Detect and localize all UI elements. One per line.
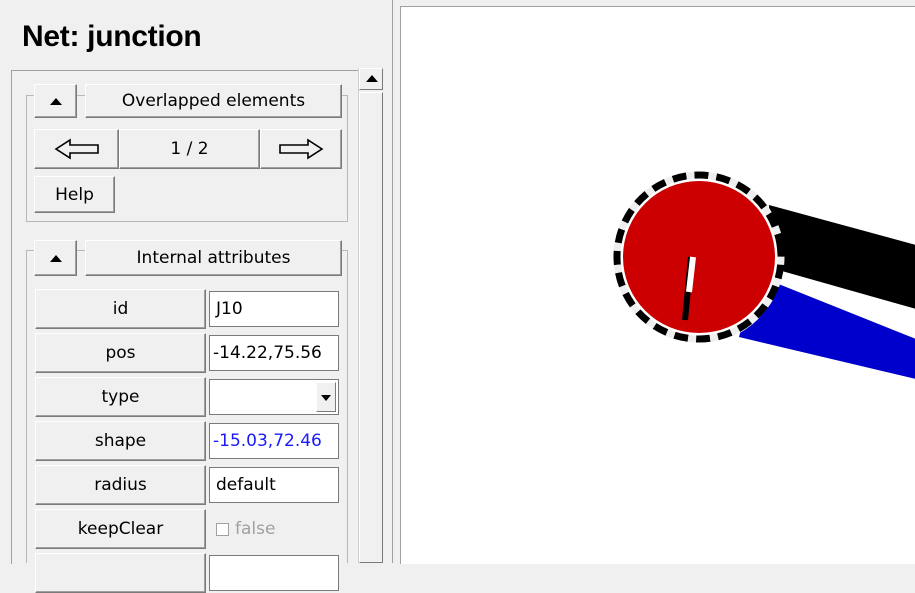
- previous-element-button[interactable]: [34, 129, 119, 169]
- radius-field[interactable]: default: [209, 467, 339, 503]
- attribute-panel: Net: junction Overlapped elements 1 / 2 …: [0, 0, 393, 593]
- next-field[interactable]: [209, 555, 339, 591]
- pos-value: -14.22,75.56: [213, 343, 322, 363]
- attr-name-shape[interactable]: shape: [35, 421, 206, 461]
- radius-value: default: [216, 475, 276, 495]
- keepclear-checkbox[interactable]: false: [216, 509, 275, 549]
- help-button[interactable]: Help: [34, 176, 115, 213]
- help-label: Help: [55, 184, 94, 205]
- arrow-right-icon: [279, 138, 324, 160]
- attr-name-pos[interactable]: pos: [35, 333, 206, 373]
- panel-scrollbar[interactable]: [358, 68, 384, 563]
- network-canvas[interactable]: [400, 6, 915, 564]
- attr-name-label: keepClear: [77, 519, 164, 539]
- panel-title: Net: junction: [22, 20, 202, 53]
- attr-name-label: pos: [105, 343, 136, 363]
- internal-attributes-header[interactable]: Internal attributes: [85, 240, 342, 276]
- attr-name-label: radius: [94, 475, 147, 495]
- checkbox-box[interactable]: [216, 522, 229, 536]
- collapse-overlapped-button[interactable]: [34, 84, 77, 118]
- junction-fill: [623, 181, 775, 333]
- collapse-attributes-button[interactable]: [34, 240, 77, 276]
- shape-field[interactable]: -15.03,72.46: [209, 423, 339, 459]
- overlap-counter: 1 / 2: [119, 129, 260, 169]
- type-dropdown[interactable]: [209, 379, 339, 415]
- attr-name-next[interactable]: [35, 553, 206, 593]
- scroll-thumb[interactable]: [359, 92, 383, 563]
- overlapped-elements-label: Overlapped elements: [121, 91, 306, 111]
- attr-name-keepclear[interactable]: keepClear: [35, 509, 206, 549]
- scroll-up-button[interactable]: [359, 68, 383, 90]
- next-element-button[interactable]: [260, 129, 342, 169]
- chevron-down-icon[interactable]: [316, 382, 336, 412]
- overlapped-elements-header[interactable]: Overlapped elements: [85, 84, 342, 118]
- pos-field[interactable]: -14.22,75.56: [209, 335, 339, 371]
- keepclear-value: false: [235, 519, 276, 539]
- attr-name-type[interactable]: type: [35, 377, 206, 417]
- internal-attributes-label: Internal attributes: [136, 248, 291, 268]
- id-field[interactable]: J10: [209, 291, 339, 327]
- attr-name-label: shape: [94, 431, 147, 451]
- network-view: [613, 171, 915, 379]
- id-value: J10: [216, 299, 243, 319]
- attr-name-radius[interactable]: radius: [35, 465, 206, 505]
- attr-name-label: id: [112, 299, 129, 319]
- arrow-left-icon: [54, 138, 99, 160]
- attr-name-label: type: [101, 387, 140, 407]
- attr-name-id[interactable]: id: [35, 289, 206, 329]
- junction-marker-tip: [686, 256, 696, 293]
- overlap-counter-text: 1 / 2: [170, 139, 209, 159]
- shape-value: -15.03,72.46: [213, 431, 322, 451]
